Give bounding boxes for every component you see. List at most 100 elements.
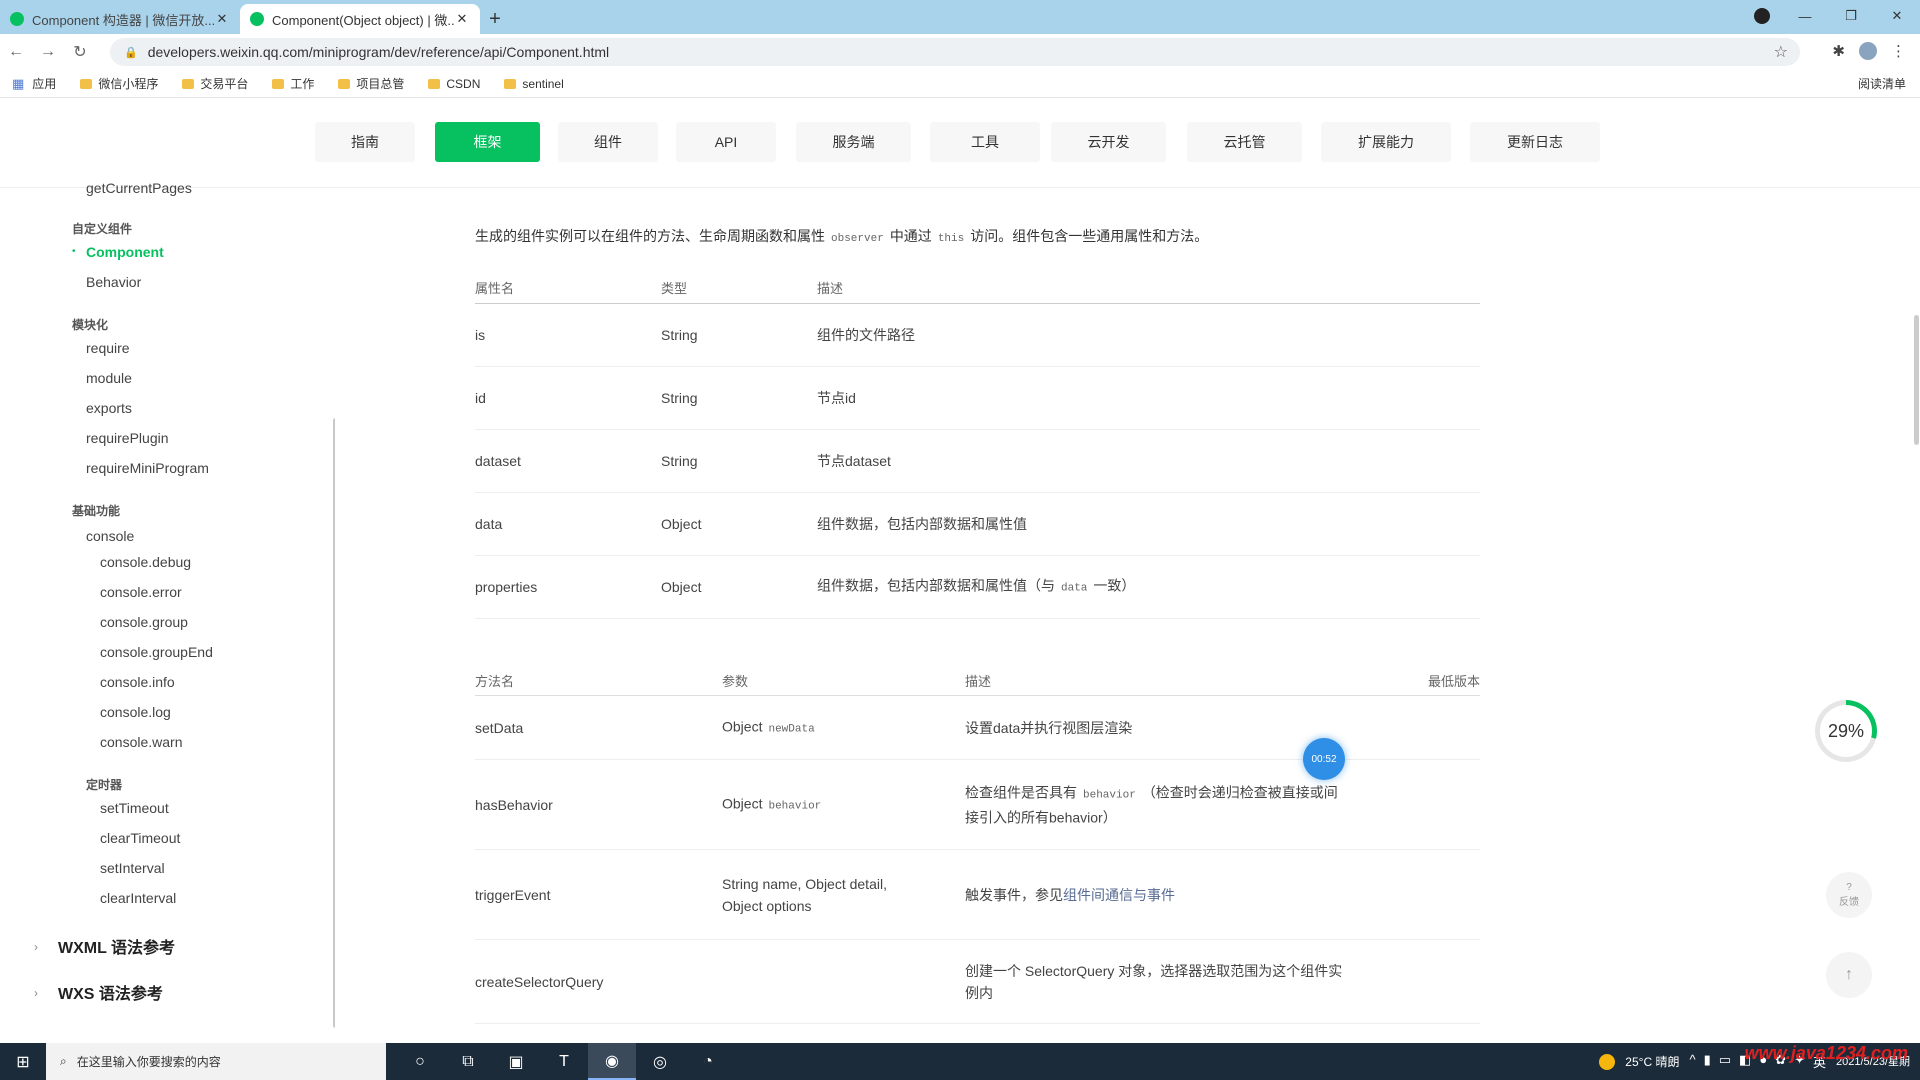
site-watermark: www.java1234.com bbox=[1744, 1043, 1908, 1063]
task-view-icon[interactable]: ⧉ bbox=[444, 1043, 492, 1080]
sidebar-item-module[interactable]: module bbox=[86, 370, 132, 386]
sidebar-item-setinterval[interactable]: setInterval bbox=[100, 860, 165, 876]
close-tab-icon[interactable]: ✕ bbox=[214, 11, 230, 27]
nav-tab-framework[interactable]: 框架 bbox=[435, 122, 540, 162]
reload-icon[interactable]: ↻ bbox=[64, 42, 96, 62]
nav-tab-cloud-hosting[interactable]: 云托管 bbox=[1187, 122, 1302, 162]
new-tab-button[interactable]: + bbox=[480, 4, 510, 34]
address-bar[interactable]: 🔒 developers.weixin.qq.com/miniprogram/d… bbox=[110, 38, 1800, 66]
prop-type: String bbox=[661, 453, 698, 469]
close-tab-icon[interactable]: ✕ bbox=[454, 11, 470, 27]
browser-toolbar: ← → ↻ 🔒 developers.weixin.qq.com/minipro… bbox=[0, 34, 1920, 70]
window-controls: — ❐ ✕ bbox=[1782, 0, 1920, 32]
column-header: 属性名 bbox=[475, 280, 515, 296]
tab-title: Component 构造器 | 微信开放... bbox=[32, 12, 214, 28]
lock-icon: 🔒 bbox=[124, 46, 138, 59]
sidebar-item-console-info[interactable]: console.info bbox=[100, 674, 175, 690]
prop-type: String bbox=[661, 327, 698, 343]
bookmark-apps[interactable]: 应用 bbox=[32, 75, 56, 92]
inline-code: behavior bbox=[768, 800, 822, 812]
bookmark-folder[interactable]: sentinel bbox=[504, 77, 564, 91]
sidebar-item-settimeout[interactable]: setTimeout bbox=[100, 800, 169, 816]
sidebar-item-clearinterval[interactable]: clearInterval bbox=[100, 890, 176, 906]
battery-icon[interactable]: ▮ bbox=[1704, 1052, 1711, 1071]
forward-arrow-icon[interactable]: → bbox=[32, 43, 64, 61]
prop-type: Object bbox=[661, 579, 702, 595]
network-icon[interactable]: ▭ bbox=[1719, 1052, 1731, 1071]
back-to-top-button[interactable]: ↑ bbox=[1826, 952, 1872, 998]
nav-tab-tools[interactable]: 工具 bbox=[930, 122, 1040, 162]
sidebar-item-requireplugin[interactable]: requirePlugin bbox=[86, 430, 169, 446]
chevron-right-icon[interactable]: › bbox=[34, 986, 38, 1000]
feedback-button[interactable]: ? 反馈 bbox=[1826, 872, 1872, 918]
sidebar-item-console-group[interactable]: console.group bbox=[100, 614, 188, 630]
sidebar-item-component[interactable]: Component bbox=[86, 244, 164, 260]
extensions-puzzle-icon[interactable]: ✱ bbox=[1832, 42, 1845, 60]
kebab-menu-icon[interactable]: ⋮ bbox=[1891, 42, 1906, 60]
sidebar-item-behavior[interactable]: Behavior bbox=[86, 274, 141, 290]
nav-tab-server[interactable]: 服务端 bbox=[796, 122, 911, 162]
nav-tab-changelog[interactable]: 更新日志 bbox=[1470, 122, 1600, 162]
minimize-icon[interactable]: — bbox=[1782, 9, 1828, 24]
folder-icon bbox=[272, 78, 285, 89]
back-arrow-icon[interactable]: ← bbox=[0, 43, 32, 61]
bookmarks-bar: ▦ 应用 微信小程序 交易平台 工作 项目总管 CSDN sentinel 阅读… bbox=[0, 70, 1920, 98]
table-header: 方法名 参数 描述 最低版本 bbox=[475, 668, 1480, 696]
close-window-icon[interactable]: ✕ bbox=[1874, 8, 1920, 24]
chrome-icon[interactable]: ◉ bbox=[588, 1043, 636, 1080]
sidebar-item-console[interactable]: console bbox=[86, 528, 134, 544]
event-docs-link[interactable]: 组件间通信与事件 bbox=[1063, 887, 1175, 903]
sidebar-item-console-groupend[interactable]: console.groupEnd bbox=[100, 644, 213, 660]
windows-start-icon[interactable]: ⊞ bbox=[0, 1052, 46, 1072]
arrow-up-icon: ↑ bbox=[1845, 966, 1853, 983]
qq-browser-icon[interactable]: ◎ bbox=[636, 1043, 684, 1080]
folder-icon bbox=[428, 78, 441, 89]
column-header: 描述 bbox=[817, 280, 844, 296]
nav-tab-extensions[interactable]: 扩展能力 bbox=[1321, 122, 1451, 162]
typora-icon[interactable]: T bbox=[540, 1043, 588, 1080]
sidebar-item-cleartimeout[interactable]: clearTimeout bbox=[100, 830, 180, 846]
bookmark-folder[interactable]: 交易平台 bbox=[182, 75, 248, 92]
folder-icon bbox=[504, 78, 517, 89]
browser-tab-active[interactable]: Component(Object object) | 微... ✕ bbox=[240, 4, 480, 34]
bookmark-folder[interactable]: CSDN bbox=[428, 77, 480, 91]
prop-desc: 节点dataset bbox=[817, 453, 891, 469]
sidebar-section-wxs[interactable]: WXS 语法参考 bbox=[58, 980, 163, 1004]
page-scrollbar[interactable] bbox=[1914, 315, 1919, 445]
sidebar-item-require[interactable]: require bbox=[86, 340, 130, 356]
sidebar-item-exports[interactable]: exports bbox=[86, 400, 132, 416]
prop-name: properties bbox=[475, 579, 538, 595]
bookmark-folder[interactable]: 工作 bbox=[272, 75, 314, 92]
sidebar-item-requireminiprogram[interactable]: requireMiniProgram bbox=[86, 460, 209, 476]
taskbar-search[interactable]: ⌕ 在这里输入你要搜索的内容 bbox=[46, 1043, 386, 1080]
avatar[interactable] bbox=[1859, 42, 1877, 60]
reading-list-button[interactable]: 阅读清单 bbox=[1858, 75, 1906, 92]
nav-tab-components[interactable]: 组件 bbox=[558, 122, 658, 162]
browser-tab[interactable]: Component 构造器 | 微信开放... ✕ bbox=[0, 4, 240, 34]
profile-icon[interactable] bbox=[1754, 8, 1770, 24]
bookmark-star-icon[interactable]: ☆ bbox=[1774, 42, 1788, 62]
apps-grid-icon[interactable]: ▦ bbox=[12, 76, 24, 92]
chevron-right-icon[interactable]: › bbox=[34, 940, 38, 954]
sidebar-item-getcurrentpages[interactable]: getCurrentPages bbox=[86, 180, 192, 196]
maximize-icon[interactable]: ❐ bbox=[1828, 8, 1874, 24]
bookmark-folder[interactable]: 项目总管 bbox=[338, 75, 404, 92]
sidebar-item-console-debug[interactable]: console.debug bbox=[100, 554, 191, 570]
sidebar-item-console-warn[interactable]: console.warn bbox=[100, 734, 183, 750]
sidebar-item-console-log[interactable]: console.log bbox=[100, 704, 171, 720]
sidebar-item-console-error[interactable]: console.error bbox=[100, 584, 182, 600]
weather-text[interactable]: 25°C 晴朗 bbox=[1625, 1053, 1679, 1070]
progress-percent: 29% bbox=[1827, 720, 1865, 741]
app-grid-icon[interactable]: ▣ bbox=[492, 1043, 540, 1080]
nav-tab-cloud-dev[interactable]: 云开发 bbox=[1051, 122, 1166, 162]
prop-name: data bbox=[475, 516, 503, 532]
network-speed-widget[interactable]: 29% bbox=[1815, 700, 1877, 762]
chevron-up-icon[interactable]: ^ bbox=[1689, 1052, 1695, 1071]
prop-desc: 节点id bbox=[817, 390, 856, 406]
sidebar-section-wxml[interactable]: WXML 语法参考 bbox=[58, 934, 175, 958]
nav-tab-api[interactable]: API bbox=[676, 122, 776, 162]
wechat-icon[interactable]: ◔ bbox=[684, 1043, 732, 1080]
bookmark-folder[interactable]: 微信小程序 bbox=[80, 75, 158, 92]
nav-tab-guide[interactable]: 指南 bbox=[315, 122, 415, 162]
cortana-icon[interactable]: ○ bbox=[396, 1043, 444, 1080]
